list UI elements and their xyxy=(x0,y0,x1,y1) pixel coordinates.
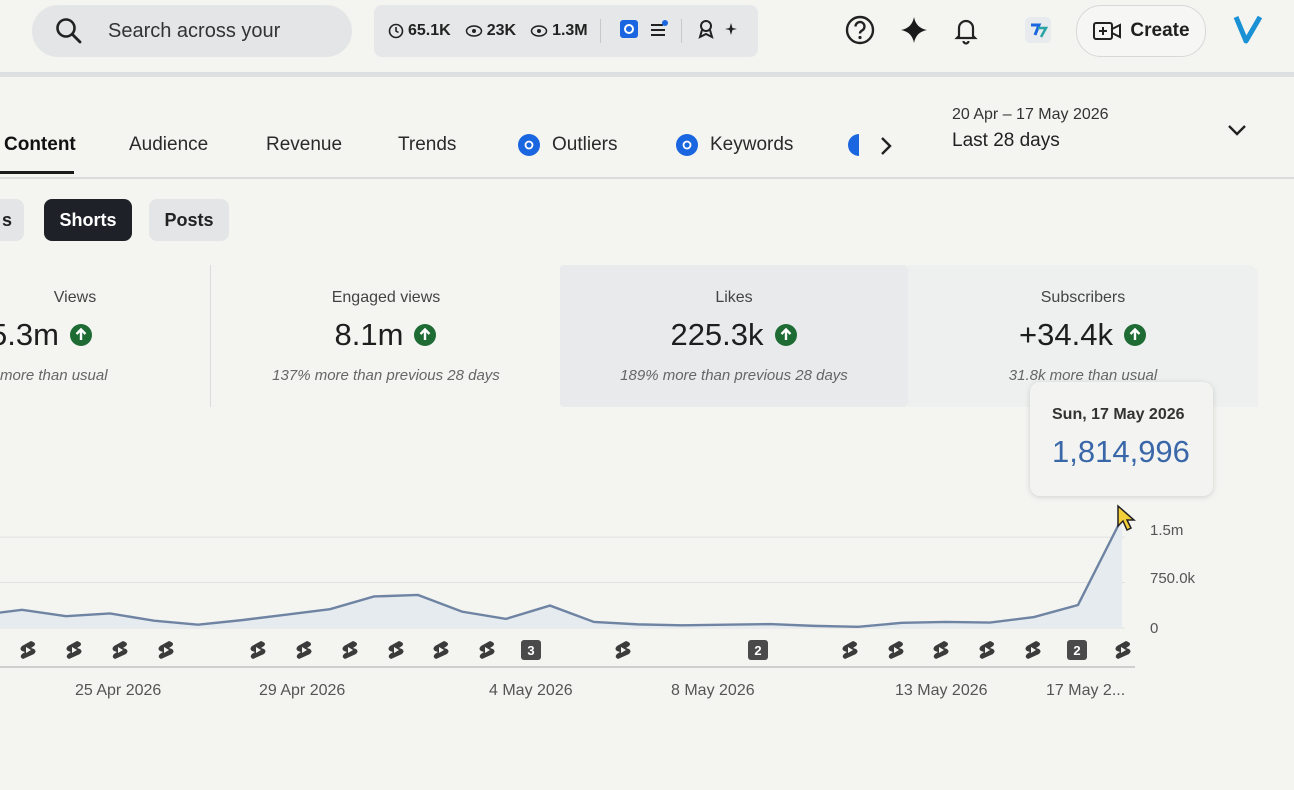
chevron-down-icon[interactable] xyxy=(1226,120,1248,145)
create-button[interactable]: Create xyxy=(1076,5,1206,57)
tab-trends[interactable]: Trends xyxy=(398,134,456,156)
eye-icon xyxy=(530,25,548,37)
top-bar: Search across your 65.1K 23K 1.3M Create xyxy=(0,0,1294,62)
tab-content[interactable]: Content xyxy=(4,134,76,156)
x-tick-label: 17 May 2... xyxy=(1046,682,1126,699)
tab-outliers[interactable]: Outliers xyxy=(518,134,617,156)
stat-views-total: 1.3M xyxy=(530,22,588,40)
iq-badge-icon xyxy=(676,134,698,156)
shorts-icon[interactable] xyxy=(1022,639,1044,661)
tab-audience[interactable]: Audience xyxy=(129,134,208,156)
sparkle-icon[interactable] xyxy=(898,14,930,46)
x-tick-label: 29 Apr 2026 xyxy=(259,682,346,699)
channel-stats-bar: 65.1K 23K 1.3M xyxy=(374,5,758,57)
shorts-icon[interactable] xyxy=(293,639,315,661)
metric-engaged-views[interactable]: Engaged views 8.1m 137% more than previo… xyxy=(212,265,560,407)
tooltip-date: Sun, 17 May 2026 xyxy=(1052,406,1185,423)
shorts-icon[interactable] xyxy=(885,639,907,661)
divider xyxy=(599,19,601,43)
channel-avatar-icon[interactable] xyxy=(1232,12,1264,44)
date-range-label: Last 28 days xyxy=(952,130,1060,151)
metric-divider xyxy=(210,265,211,407)
date-range-selector[interactable]: 20 Apr – 17 May 2026 Last 28 days xyxy=(952,106,1109,152)
chart-tooltip: Sun, 17 May 2026 1,814,996 xyxy=(1030,382,1213,496)
x-tick-label: 25 Apr 2026 xyxy=(75,682,162,699)
help-icon[interactable] xyxy=(844,14,876,46)
active-tab-indicator xyxy=(0,171,74,174)
series-area xyxy=(0,518,1122,628)
shorts-icon[interactable] xyxy=(109,639,131,661)
sparkle-small-icon[interactable] xyxy=(724,21,740,42)
tab-keywords[interactable]: Keywords xyxy=(676,134,793,156)
clock-icon xyxy=(388,23,404,39)
iq-logo-icon[interactable] xyxy=(619,19,639,44)
arrow-up-circle-icon xyxy=(1123,324,1146,346)
x-tick-label: 4 May 2026 xyxy=(489,682,573,699)
shorts-icon[interactable] xyxy=(339,639,361,661)
shorts-icon[interactable] xyxy=(612,639,634,661)
iq-badge-icon xyxy=(518,134,540,156)
chip-videos-partial[interactable]: s xyxy=(0,199,24,241)
divider xyxy=(680,19,682,43)
shorts-icon[interactable] xyxy=(17,639,39,661)
arrow-up-circle-icon xyxy=(69,324,92,346)
shorts-icon[interactable] xyxy=(1112,639,1134,661)
metric-likes[interactable]: Likes 225.3k 189% more than previous 28 … xyxy=(560,265,908,407)
search-icon xyxy=(54,16,84,46)
arrow-up-circle-icon xyxy=(414,324,437,346)
badge-count: 3 xyxy=(521,640,541,660)
y-tick-label: 1.5m xyxy=(1150,522,1184,539)
shorts-icon[interactable] xyxy=(430,639,452,661)
award-icon[interactable] xyxy=(696,19,716,44)
video-plus-icon xyxy=(1093,22,1122,40)
tabs-scroll-right-icon[interactable] xyxy=(876,134,896,158)
eye-icon xyxy=(465,25,482,37)
series-line xyxy=(0,517,1124,628)
x-tick-label: 13 May 2026 xyxy=(895,682,988,699)
shorts-icon[interactable] xyxy=(976,639,998,661)
chip-posts[interactable]: Posts xyxy=(149,199,229,241)
x-tick-label: 8 May 2026 xyxy=(671,682,755,699)
y-tick-label: 750.0k xyxy=(1150,570,1196,587)
metric-views[interactable]: Views 5.3m more than usual xyxy=(0,265,210,407)
search-placeholder: Search across your xyxy=(108,19,281,42)
tabs-divider xyxy=(0,177,1294,179)
shorts-icon[interactable] xyxy=(155,639,177,661)
shorts-icon[interactable] xyxy=(385,639,407,661)
header-divider xyxy=(0,72,1294,77)
views-chart[interactable] xyxy=(0,500,1294,690)
badge-count: 2 xyxy=(1067,640,1087,660)
shorts-icon[interactable] xyxy=(63,639,85,661)
bell-icon[interactable] xyxy=(950,14,982,46)
shorts-icon[interactable] xyxy=(247,639,269,661)
stat-watch-time: 65.1K xyxy=(388,22,451,40)
video-count-badge[interactable]: 2 xyxy=(1066,639,1088,661)
create-label: Create xyxy=(1130,20,1190,41)
mouse-cursor-icon xyxy=(1117,504,1136,532)
chip-shorts[interactable]: Shorts xyxy=(44,199,132,241)
video-count-badge[interactable]: 2 xyxy=(747,639,769,661)
tooltip-value: 1,814,996 xyxy=(1052,434,1190,469)
iq-badge-icon xyxy=(848,134,859,156)
tab-revenue[interactable]: Revenue xyxy=(266,134,342,156)
arrow-up-circle-icon xyxy=(774,324,797,346)
y-tick-label: 0 xyxy=(1150,620,1159,637)
video-count-badge[interactable]: 3 xyxy=(520,639,542,661)
shorts-icon[interactable] xyxy=(476,639,498,661)
stat-views-realtime: 23K xyxy=(465,22,516,40)
tab-overflow-partial[interactable] xyxy=(848,134,871,156)
shorts-icon[interactable] xyxy=(839,639,861,661)
shorts-icon[interactable] xyxy=(930,639,952,661)
badge-count: 2 xyxy=(748,640,768,660)
search-box[interactable]: Search across your xyxy=(32,5,352,57)
date-range-dates: 20 Apr – 17 May 2026 xyxy=(952,106,1109,123)
extension-icon[interactable] xyxy=(1022,14,1054,46)
list-menu-icon[interactable] xyxy=(649,19,669,43)
